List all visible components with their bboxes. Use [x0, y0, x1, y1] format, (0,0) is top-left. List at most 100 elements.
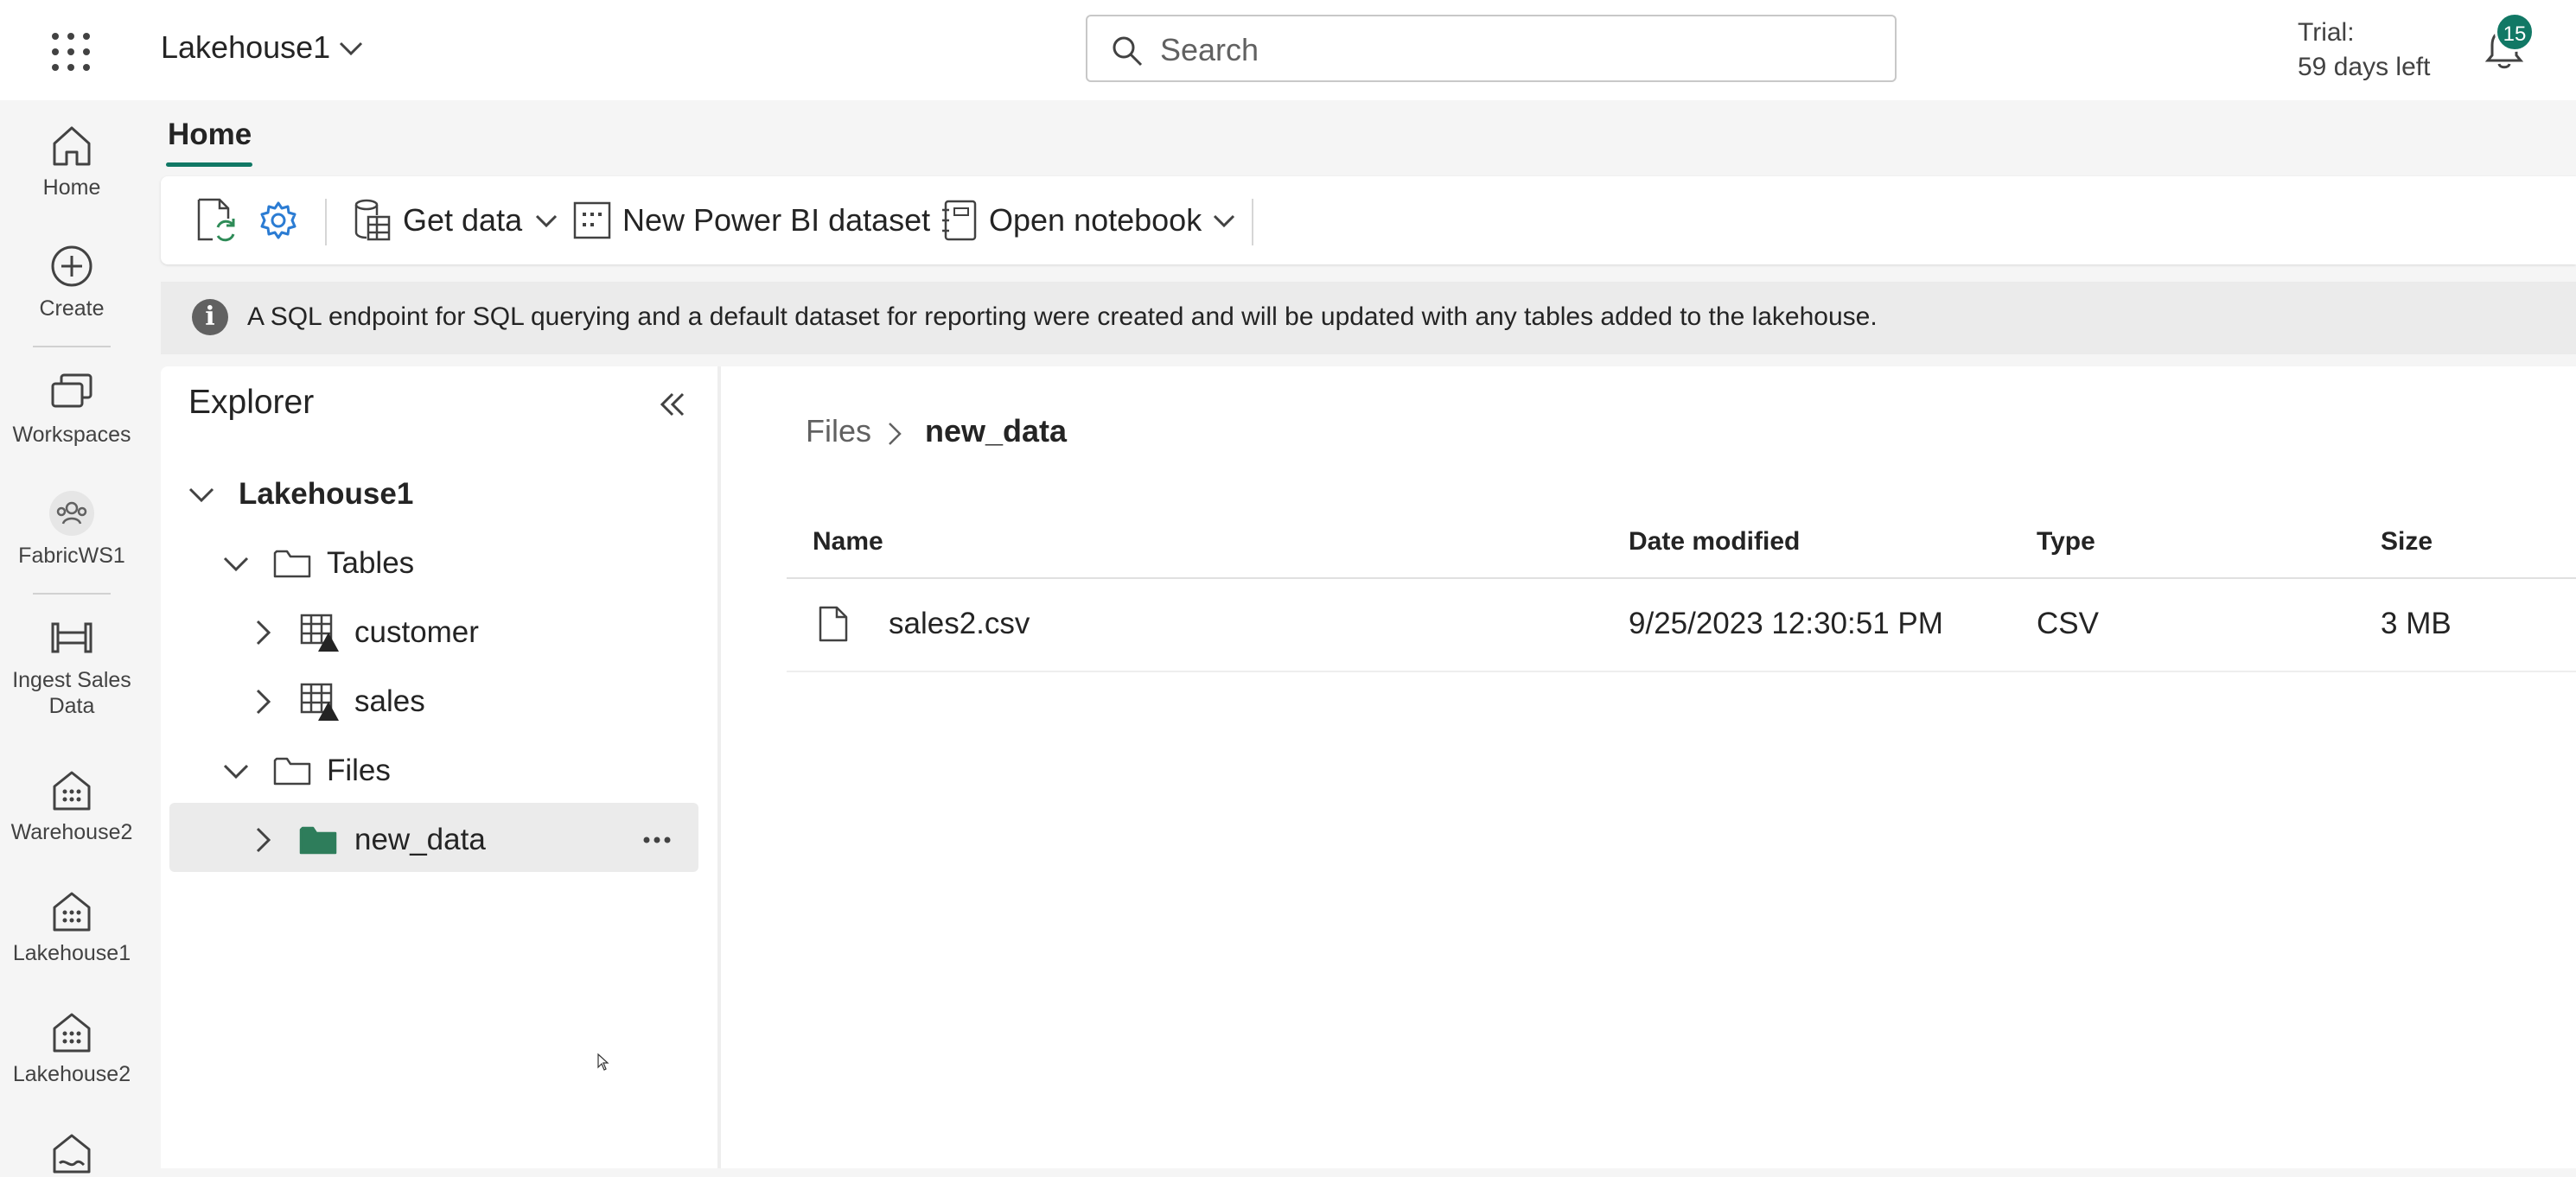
- file-date-modified: 9/25/2023 12:30:51 PM: [1629, 607, 1943, 640]
- chevron-right-icon[interactable]: [252, 687, 299, 716]
- rail-item-ingest-sales-data[interactable]: Ingest Sales Data: [0, 614, 143, 719]
- rail-item-label: FabricWS1: [18, 544, 125, 568]
- tree-item-label: sales: [354, 684, 425, 718]
- delta-table-icon: [299, 612, 354, 653]
- get-data-button[interactable]: Get data: [353, 195, 569, 245]
- left-rail: Home Create Workspaces FabricWS1 Ingest …: [0, 100, 143, 1174]
- rail-item-label: Create: [39, 296, 105, 321]
- dataset-icon: [572, 200, 622, 240]
- rail-item-label: Warehouse2: [10, 820, 133, 844]
- plus-circle-icon: [48, 242, 96, 290]
- collapse-pane-icon[interactable]: [657, 391, 688, 418]
- column-header-name[interactable]: Name: [813, 527, 883, 557]
- group-icon: [48, 489, 96, 538]
- tree-item-label: new_data: [354, 823, 486, 856]
- rail-item-label: Home: [42, 175, 101, 200]
- tree-item-new-data[interactable]: new_data: [252, 814, 486, 866]
- explorer-title: Explorer: [188, 384, 315, 421]
- lakehouse-icon: [48, 887, 96, 935]
- tree-item-label: Tables: [327, 546, 415, 580]
- home-icon: [48, 121, 96, 169]
- trial-days-left: 59 days left: [2298, 53, 2431, 81]
- info-banner-text: A SQL endpoint for SQL querying and a de…: [247, 302, 1878, 331]
- folder-icon: [273, 755, 327, 786]
- table-header-divider: [787, 577, 2576, 579]
- tree-item-label: Files: [327, 754, 391, 787]
- chevron-down-icon: [534, 212, 569, 229]
- open-notebook-label: Open notebook: [989, 202, 1202, 238]
- rail-divider: [33, 593, 111, 595]
- search-input[interactable]: Search: [1086, 15, 1897, 82]
- tree-item-lakehouse1[interactable]: Lakehouse1: [187, 468, 413, 520]
- refresh-button[interactable]: [194, 195, 249, 245]
- get-data-label: Get data: [403, 202, 523, 238]
- rail-item-warehouse2[interactable]: Warehouse2: [0, 766, 143, 845]
- folder-filled-icon: [299, 824, 354, 856]
- app-title[interactable]: Lakehouse1: [161, 29, 330, 66]
- chevron-down-icon[interactable]: [337, 38, 365, 59]
- breadcrumb-current: new_data: [925, 413, 1068, 449]
- file-type: CSV: [2037, 607, 2099, 640]
- tree-item-label: Lakehouse1: [239, 477, 414, 511]
- chevron-right-icon[interactable]: [252, 618, 299, 647]
- rail-item-label: Lakehouse1: [12, 941, 131, 965]
- more-options-icon[interactable]: [640, 830, 674, 850]
- toolbar-divider: [325, 199, 327, 245]
- chevron-right-icon[interactable]: [252, 825, 299, 855]
- chevron-down-icon[interactable]: [187, 484, 239, 505]
- rail-item-lakehouse2[interactable]: Lakehouse2: [0, 1008, 143, 1087]
- rail-item-home[interactable]: Home: [0, 121, 143, 200]
- file-name[interactable]: sales2.csv: [889, 607, 1030, 641]
- tree-item-label: customer: [354, 615, 479, 649]
- delta-table-icon: [299, 681, 354, 722]
- rail-item-label: Ingest Sales Data: [12, 668, 131, 718]
- tab-home-indicator: [166, 162, 252, 167]
- refresh-file-icon: [194, 196, 249, 245]
- new-power-bi-dataset-button[interactable]: New Power BI dataset: [572, 195, 930, 245]
- rail-item-more[interactable]: [0, 1129, 143, 1177]
- pipeline-icon: [48, 614, 96, 662]
- tree-item-tables[interactable]: Tables: [221, 538, 414, 589]
- column-header-size[interactable]: Size: [2381, 527, 2433, 557]
- lakehouse-icon: [48, 1008, 96, 1056]
- rail-divider: [33, 346, 111, 347]
- file-size: 3 MB: [2381, 607, 2452, 640]
- chevron-down-icon[interactable]: [221, 760, 273, 781]
- file-icon: [818, 605, 849, 643]
- rail-item-label: Workspaces: [12, 423, 131, 447]
- table-row-divider: [787, 671, 2576, 672]
- workspaces-icon: [48, 368, 96, 417]
- database-icon: [353, 198, 403, 243]
- ribbon-toolbar: Get data New Power BI dataset Open noteb…: [161, 176, 2576, 264]
- toolbar-divider: [1252, 199, 1253, 245]
- warehouse-icon: [48, 766, 96, 814]
- trial-status[interactable]: Trial: 59 days left: [2298, 16, 2430, 85]
- chevron-down-icon[interactable]: [221, 553, 273, 574]
- rail-item-create[interactable]: Create: [0, 242, 143, 321]
- search-placeholder: Search: [1160, 32, 1259, 67]
- mouse-cursor-icon: [596, 1053, 610, 1072]
- column-header-date-modified[interactable]: Date modified: [1629, 527, 1800, 557]
- settings-button[interactable]: [258, 195, 309, 245]
- tree-item-sales[interactable]: sales: [252, 676, 425, 728]
- notification-badge: 15: [2495, 12, 2535, 52]
- main-content: [721, 366, 2576, 1168]
- app-launcher-icon[interactable]: [47, 28, 95, 76]
- lakehouse-partial-icon: [48, 1129, 96, 1177]
- rail-item-label: Lakehouse2: [12, 1062, 131, 1086]
- info-icon: i: [192, 299, 228, 335]
- breadcrumb-files[interactable]: Files: [806, 413, 871, 449]
- tree-item-customer[interactable]: customer: [252, 607, 479, 658]
- tree-item-files[interactable]: Files: [221, 745, 391, 797]
- chevron-right-icon: [885, 420, 904, 448]
- tab-home[interactable]: Home: [168, 118, 252, 152]
- notebook-icon: [940, 198, 989, 243]
- folder-icon: [273, 548, 327, 579]
- open-notebook-button[interactable]: Open notebook: [940, 195, 1247, 245]
- column-header-type[interactable]: Type: [2037, 527, 2095, 557]
- rail-item-fabricws1[interactable]: FabricWS1: [0, 489, 143, 569]
- gear-icon: [258, 200, 309, 241]
- new-dataset-label: New Power BI dataset: [622, 202, 931, 238]
- rail-item-workspaces[interactable]: Workspaces: [0, 368, 143, 448]
- rail-item-lakehouse1[interactable]: Lakehouse1: [0, 887, 143, 966]
